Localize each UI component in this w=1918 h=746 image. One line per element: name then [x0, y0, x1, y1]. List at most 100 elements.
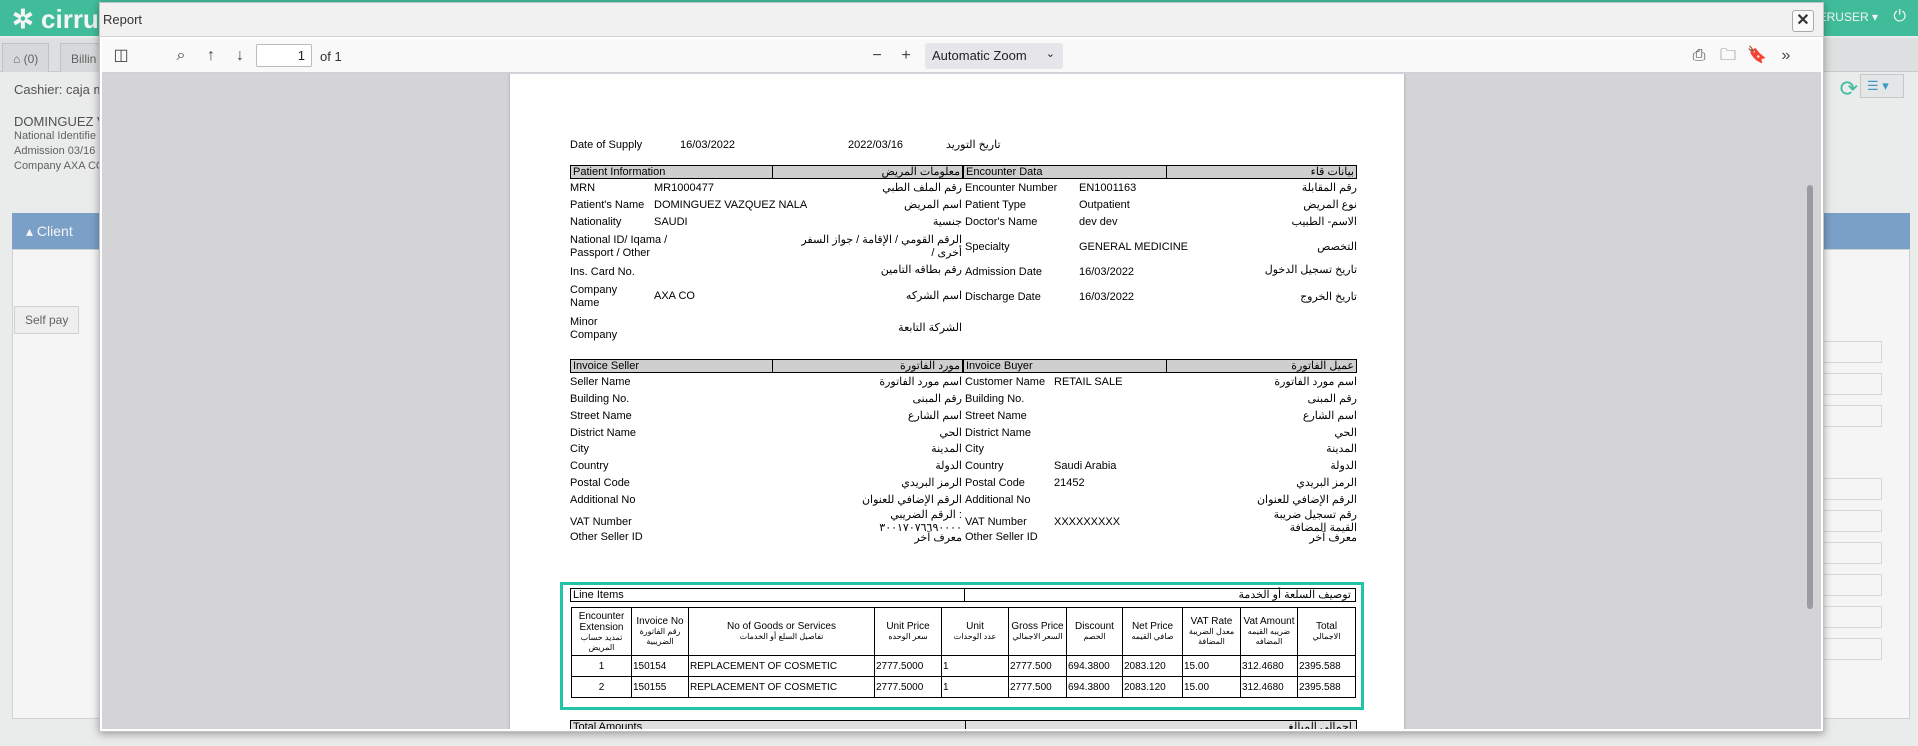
- patient-field-value: DOMINGUEZ VAZQUEZ NALA: [654, 199, 808, 211]
- invoice-buyer-title-ar: عميل الفاتورة: [1291, 360, 1354, 372]
- encounter-field-label: Admission Date: [965, 266, 1043, 278]
- encounter-field-label-ar: تاريخ الخروج: [1300, 291, 1357, 303]
- patient-field-label-ar: الرقم القومي / الإقامة / جواز السفر: [801, 234, 962, 246]
- tools-menu-icon[interactable]: »: [1775, 44, 1797, 68]
- column-header: No of Goods or Services تفاصيل السلع أو ا…: [688, 607, 875, 656]
- patient-field-label-ar: الشركة التابعة: [898, 322, 962, 334]
- page-number-input[interactable]: 1: [256, 44, 312, 67]
- table-cell: 1: [941, 655, 1009, 677]
- pdf-scroll-area[interactable]: Date of Supply 16/03/2022 2022/03/16 تار…: [102, 74, 1821, 729]
- line-items-title: Line Items: [573, 589, 624, 601]
- sidebar-toggle-icon[interactable]: ◫: [110, 44, 132, 68]
- line-items-table: Encounter Extension تمديد حساب المريض Inv…: [571, 607, 1356, 698]
- patient-field-label: National ID/ Iqama /: [570, 234, 668, 246]
- encounter-field-label-ar: الاسم- الطبيب: [1291, 216, 1357, 228]
- table-cell: 2: [571, 676, 632, 698]
- buyer-field-value: RETAIL SALE: [1054, 376, 1123, 388]
- vertical-scrollbar[interactable]: [1807, 185, 1813, 609]
- patient-field-label-ar: رقم بطاقه التامين: [880, 264, 962, 276]
- column-header-ar: سعر الوحده: [888, 632, 928, 641]
- invoice-buyer-header: Invoice Buyer عميل الفاتورة: [963, 359, 1357, 373]
- patient-info-header: Patient Information معلومات المريض: [570, 165, 963, 179]
- encounter-field-label: Discharge Date: [965, 291, 1041, 303]
- buyer-field-label: City: [965, 443, 984, 455]
- buyer-field-label: Building No.: [965, 393, 1025, 405]
- arrow-down-icon[interactable]: ↓: [229, 44, 251, 68]
- patient-field-label-ar: جنسية: [932, 216, 962, 228]
- encounter-field-value: 16/03/2022: [1079, 266, 1135, 278]
- pdf-page: Date of Supply 16/03/2022 2022/03/16 تار…: [510, 74, 1404, 729]
- column-header-ar: السعر الاجمالي: [1012, 632, 1063, 641]
- seller-field-label-ar: الحي: [939, 427, 962, 439]
- seller-field-label: Building No.: [570, 393, 630, 405]
- arrow-up-icon[interactable]: ↑: [200, 44, 222, 68]
- close-button[interactable]: ✕: [1792, 10, 1814, 32]
- supply-date: 16/03/2022: [680, 139, 736, 151]
- invoice-seller-title-ar: مورد الفاتورة: [900, 360, 960, 372]
- close-icon: ✕: [1796, 12, 1810, 29]
- column-header-ar: تفاصيل السلع أو الخدمات: [739, 632, 824, 641]
- column-header: Unit Price سعر الوحده: [874, 607, 942, 656]
- buyer-field-label: Additional No: [965, 494, 1031, 506]
- zoom-out-icon[interactable]: −: [866, 44, 888, 68]
- table-cell: 150154: [631, 655, 689, 677]
- seller-field-label: Other Seller ID: [570, 531, 643, 543]
- column-header: Encounter Extension تمديد حساب المريض: [571, 607, 632, 656]
- pdf-toolbar: ◫ ⌕ ↑ ↓ 1 of 1 − + Automatic Zoom ⌄ ⎙ 🗀 🔖…: [102, 39, 1821, 73]
- invoice-buyer-title: Invoice Buyer: [966, 360, 1033, 372]
- table-cell: 2395.588: [1297, 655, 1356, 677]
- encounter-field-value: GENERAL MEDICINE: [1079, 241, 1189, 253]
- table-cell: 2395.588: [1297, 676, 1356, 698]
- patient-field-value: AXA CO: [654, 290, 695, 302]
- buyer-field-label: Customer Name: [965, 376, 1046, 388]
- save-icon[interactable]: 🗀: [1717, 44, 1739, 68]
- header-divider: [772, 166, 773, 178]
- encounter-field-label-ar: رقم المقابلة: [1301, 182, 1357, 194]
- invoice-seller-header: Invoice Seller مورد الفاتورة: [570, 359, 963, 373]
- column-header: Total الاجمالي: [1297, 607, 1356, 656]
- buyer-field-value: 21452: [1054, 477, 1085, 489]
- encounter-field-label: Specialty: [965, 241, 1010, 253]
- line-items-title-ar: توصيف السلعة أو الخدمة: [1238, 589, 1351, 601]
- column-header: Discount الخصم: [1066, 607, 1123, 656]
- bookmark-icon[interactable]: 🔖: [1746, 44, 1768, 68]
- seller-field-label-ar: الرقم الضريبي :: [890, 509, 962, 521]
- patient-info-title-ar: معلومات المريض: [881, 166, 960, 178]
- patient-field-label: Minor: [570, 316, 598, 328]
- encounter-field-value: EN1001163: [1079, 182, 1137, 194]
- zoom-in-icon[interactable]: +: [895, 44, 917, 68]
- patient-field-label: Ins. Card No.: [570, 266, 635, 278]
- buyer-field-label: District Name: [965, 427, 1032, 439]
- seller-field-label: Seller Name: [570, 376, 631, 388]
- column-header-en: Unit: [966, 621, 984, 632]
- column-header-ar: الخصم: [1083, 632, 1106, 641]
- table-cell: 2777.5000: [874, 655, 942, 677]
- zoom-select[interactable]: Automatic Zoom ⌄: [925, 43, 1063, 69]
- seller-field-label: VAT Number: [570, 516, 632, 528]
- column-header-ar: عدد الوحدات: [953, 632, 997, 641]
- patient-field-label-ar: اسم الشركه: [905, 290, 962, 302]
- table-row: 1 150154 REPLACEMENT OF COSMETIC 2777.50…: [571, 655, 1356, 677]
- column-header-en: Total: [1315, 621, 1338, 632]
- buyer-field-label-ar: الرقم الإضافي للعنوان: [1256, 494, 1357, 506]
- buyer-field-label-ar: رقم تسجيل ضريبة: [1273, 509, 1357, 521]
- column-header-en: VAT Rate: [1190, 616, 1233, 627]
- buyer-field-label: Country: [965, 460, 1004, 472]
- report-dialog: Report ✕ ◫ ⌕ ↑ ↓ 1 of 1 − + Automatic Zo…: [99, 2, 1824, 732]
- dialog-title: Report: [103, 12, 143, 27]
- table-row: 2 150155 REPLACEMENT OF COSMETIC 2777.50…: [571, 676, 1356, 698]
- column-header-en: Gross Price: [1011, 621, 1064, 632]
- column-header-en: Unit Price: [886, 621, 930, 632]
- column-header: Invoice No رقم الفاتورة الضريبية: [631, 607, 689, 656]
- total-amounts-title-ar: إجمالي المبالغ: [1288, 721, 1352, 729]
- patient-field-value: MR1000477: [654, 182, 714, 194]
- seller-field-label-ar: اسم الشارع: [907, 410, 962, 422]
- table-cell: 694.3800: [1066, 676, 1123, 698]
- invoice-seller-title: Invoice Seller: [573, 360, 640, 372]
- header-divider: [772, 360, 773, 372]
- print-icon[interactable]: ⎙: [1688, 44, 1710, 68]
- buyer-field-label-ar: معرف آخر: [1309, 532, 1357, 544]
- table-cell: 15.00: [1182, 676, 1241, 698]
- patient-field-value: SAUDI: [654, 216, 688, 228]
- search-icon[interactable]: ⌕: [170, 44, 192, 68]
